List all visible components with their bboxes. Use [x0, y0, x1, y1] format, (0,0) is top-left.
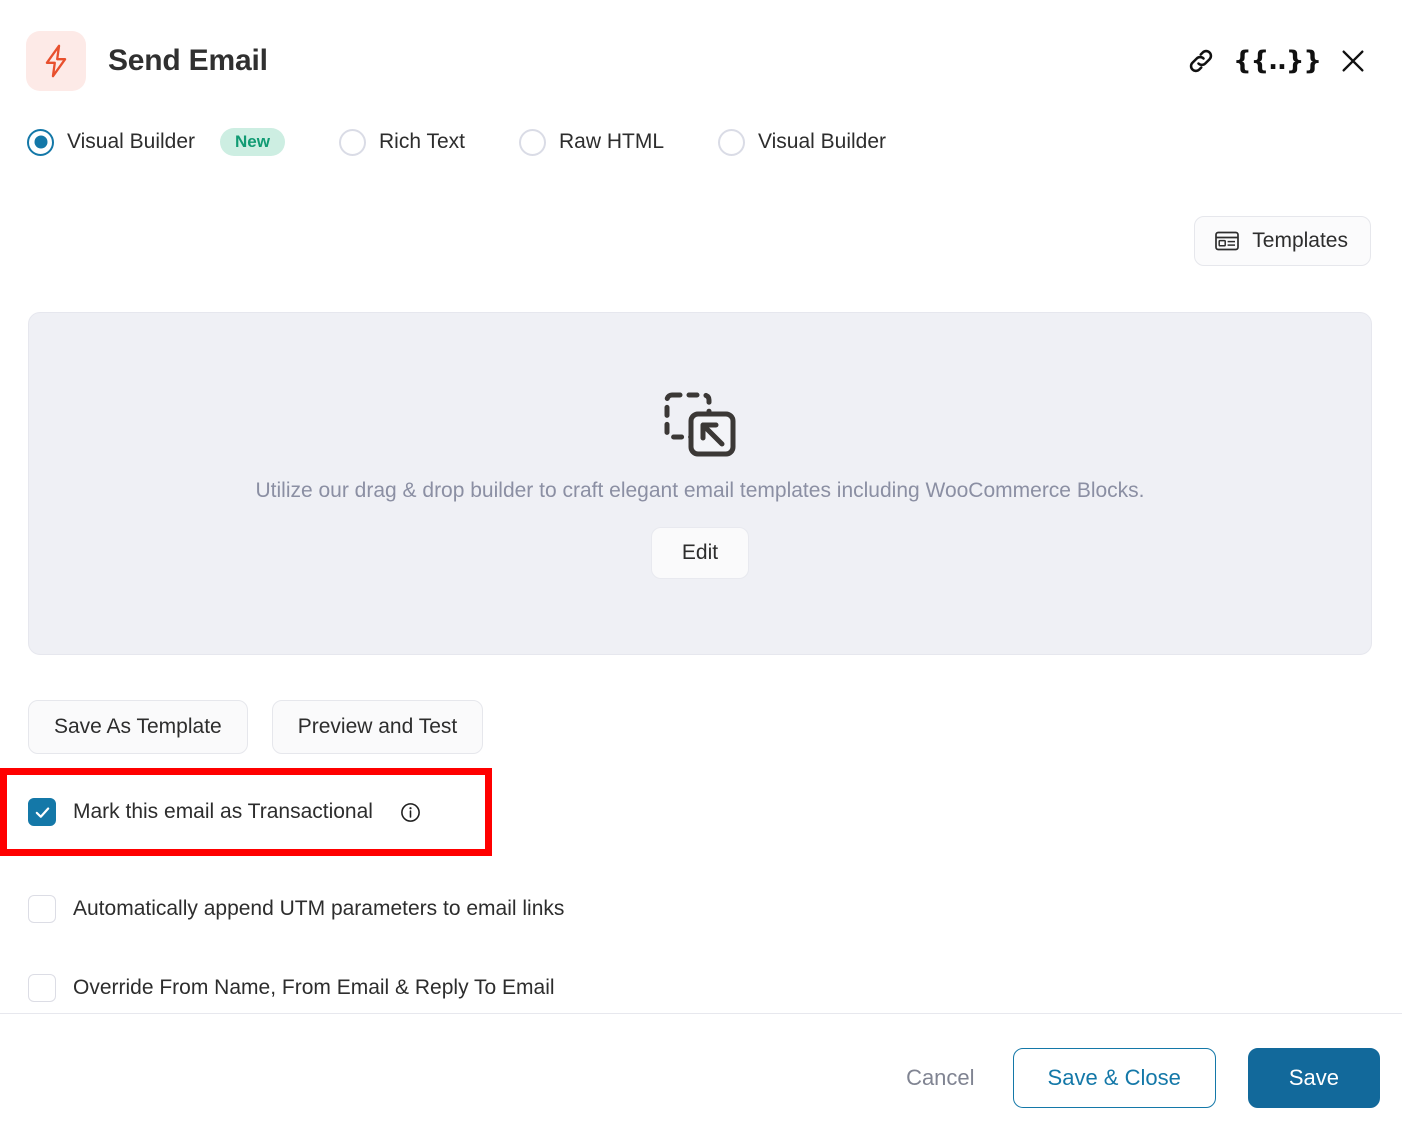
cancel-button[interactable]: Cancel: [900, 1055, 980, 1101]
save-button[interactable]: Save: [1247, 1048, 1380, 1108]
header-actions: {{..}}: [1184, 44, 1376, 78]
info-icon[interactable]: [400, 802, 421, 823]
edit-button[interactable]: Edit: [650, 527, 750, 579]
checkbox-label: Automatically append UTM parameters to e…: [73, 897, 565, 920]
merge-tag-glyph: {{..}}: [1233, 46, 1322, 76]
close-icon[interactable]: [1336, 44, 1370, 78]
radio-indicator: [718, 128, 745, 156]
link-icon[interactable]: [1184, 44, 1218, 78]
radio-label: Visual Builder: [758, 130, 887, 153]
preview-and-test-button[interactable]: Preview and Test: [271, 700, 484, 754]
save-as-template-button[interactable]: Save As Template: [28, 700, 248, 754]
radio-raw-html[interactable]: Raw HTML: [518, 128, 664, 156]
checkbox-label: Mark this email as Transactional: [73, 800, 373, 823]
dialog-header: Send Email {{..}}: [0, 0, 1402, 122]
checkbox-indicator-transactional[interactable]: [28, 798, 56, 826]
secondary-actions: Save As Template Preview and Test: [28, 700, 484, 754]
dialog-footer: Cancel Save & Close Save: [0, 1014, 1402, 1142]
visual-builder-panel: Utilize our drag & drop builder to craft…: [28, 312, 1372, 655]
radio-indicator: [27, 128, 54, 156]
editor-mode-radio-group: Visual Builder New Rich Text Raw HTML Vi…: [27, 128, 886, 156]
radio-label: Visual Builder: [67, 130, 196, 153]
checkbox-row-transactional[interactable]: Mark this email as Transactional: [0, 768, 492, 856]
builder-description: Utilize our drag & drop builder to craft…: [255, 479, 1145, 502]
merge-tag-icon[interactable]: {{..}}: [1233, 44, 1322, 78]
radio-visual-builder-secondary[interactable]: Visual Builder: [718, 128, 887, 156]
options-checkbox-group: Mark this email as Transactional Automat…: [0, 768, 1402, 1014]
title-group: Send Email: [26, 31, 268, 91]
template-layout-icon: [1215, 231, 1240, 251]
radio-visual-builder-primary[interactable]: Visual Builder New: [27, 128, 285, 156]
radio-indicator: [518, 128, 546, 156]
radio-label: Rich Text: [379, 130, 465, 153]
checkbox-row-override-from[interactable]: Override From Name, From Email & Reply T…: [0, 962, 1402, 1014]
checkbox-indicator-override-from[interactable]: [28, 974, 56, 1002]
drag-and-drop-icon: [660, 388, 740, 465]
new-badge: New: [220, 128, 285, 156]
radio-rich-text[interactable]: Rich Text: [339, 128, 465, 156]
save-and-close-button[interactable]: Save & Close: [1012, 1048, 1216, 1108]
page-title: Send Email: [108, 44, 268, 77]
radio-label: Raw HTML: [558, 130, 664, 153]
checkbox-row-utm[interactable]: Automatically append UTM parameters to e…: [0, 883, 1402, 935]
lightning-bolt-icon: [26, 31, 86, 91]
templates-button[interactable]: Templates: [1194, 216, 1371, 266]
radio-indicator: [339, 128, 366, 156]
checkbox-label: Override From Name, From Email & Reply T…: [73, 976, 555, 999]
checkbox-indicator-utm[interactable]: [28, 895, 56, 923]
templates-button-label: Templates: [1252, 229, 1348, 252]
